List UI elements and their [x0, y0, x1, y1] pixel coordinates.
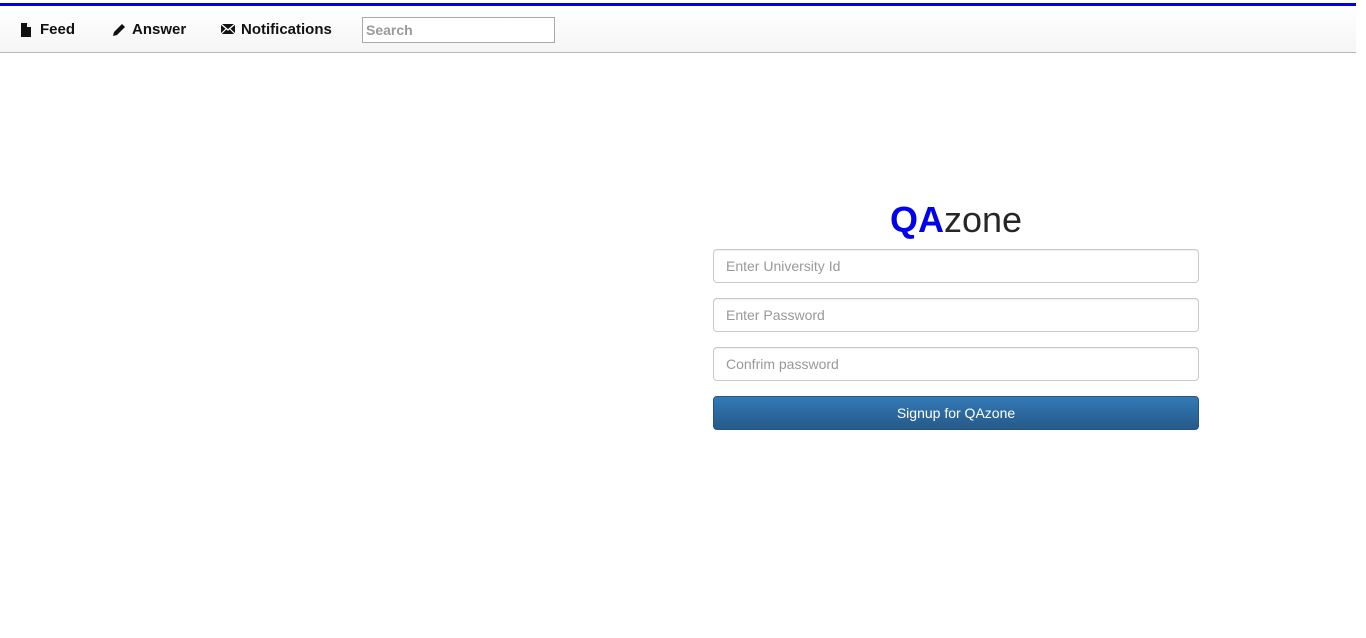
signup-button[interactable]: Signup for QAzone	[713, 396, 1199, 430]
search-input[interactable]	[362, 17, 555, 43]
nav-answer-label: Answer	[132, 21, 187, 38]
nav-feed-label: Feed	[40, 21, 76, 38]
university-id-input[interactable]	[713, 249, 1199, 283]
pencil-icon	[112, 23, 126, 37]
nav-notifications-label: Notifications	[241, 21, 332, 38]
brand-logo: QAzone	[713, 198, 1199, 242]
password-input[interactable]	[713, 298, 1199, 332]
brand-zone: zone	[943, 199, 1023, 240]
envelope-icon	[221, 22, 235, 37]
brand-qa: QA	[889, 199, 944, 240]
nav-answer[interactable]: Answer	[112, 6, 186, 53]
nav-feed[interactable]: Feed	[20, 6, 75, 53]
confirm-password-input[interactable]	[713, 347, 1199, 381]
nav-notifications[interactable]: Notifications	[221, 6, 332, 53]
top-navbar: Feed Answer Notifications	[0, 6, 1356, 53]
file-icon	[20, 22, 34, 37]
